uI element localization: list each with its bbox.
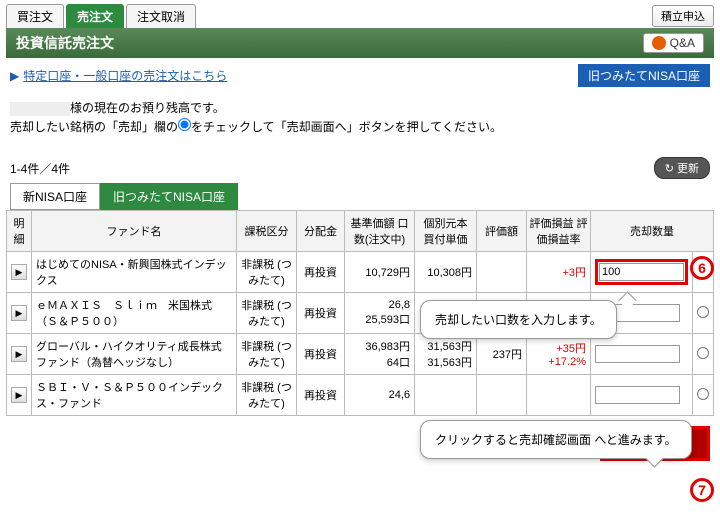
pl-cell: +3円	[527, 252, 591, 293]
col-unit: 個別元本 買付単価	[415, 211, 477, 252]
tab-buy[interactable]: 買注文	[6, 4, 64, 28]
table-row: ▶ グローバル・ハイクオリティ成長株式ファンド（為替ヘッジなし） 非課税 (つみ…	[7, 334, 714, 375]
col-eval: 評価額	[477, 211, 527, 252]
refresh-button[interactable]: ↻ 更新	[654, 157, 710, 179]
annotation-6: 6	[690, 256, 714, 280]
col-price: 基準価額 口数(注文中)	[345, 211, 415, 252]
price-cell: 10,729円	[345, 252, 415, 293]
description: 様の現在のお預り残高です。 売却したい銘柄の「売却」欄のをチェックして「売却画面…	[10, 99, 710, 137]
tsumitate-button[interactable]: 積立申込	[652, 5, 714, 27]
unit-cell: 31,563円31,563円	[415, 334, 477, 375]
expand-icon[interactable]: ▶	[11, 305, 27, 321]
col-pl: 評価損益 評価損益率	[527, 211, 591, 252]
expand-icon[interactable]: ▶	[11, 264, 27, 280]
pl-cell: +35円+17.2%	[527, 334, 591, 375]
subtab-old-nisa[interactable]: 旧つみたてNISA口座	[100, 183, 238, 210]
tax-cell: 非課税 (つみたて)	[237, 334, 297, 375]
col-fund: ファンド名	[32, 211, 237, 252]
qty-input[interactable]	[595, 386, 680, 404]
col-qty: 売却数量	[591, 211, 714, 252]
dist-cell: 再投資	[297, 375, 345, 416]
other-account-link[interactable]: 特定口座・一般口座の売注文はこちら	[23, 69, 227, 83]
subtab-new-nisa[interactable]: 新NISA口座	[10, 183, 100, 210]
col-tax: 課税区分	[237, 211, 297, 252]
expand-icon[interactable]: ▶	[11, 346, 27, 362]
account-badge: 旧つみたてNISA口座	[578, 64, 710, 87]
fund-name: ＳＢＩ・Ｖ・Ｓ＆Ｐ５００インデックス・ファンド	[32, 375, 237, 416]
select-radio[interactable]	[697, 306, 709, 318]
dist-cell: 再投資	[297, 252, 345, 293]
tax-cell: 非課税 (つみたて)	[237, 375, 297, 416]
unit-cell: 10,308円	[415, 252, 477, 293]
triangle-icon: ▶	[10, 69, 19, 83]
table-row: ▶ はじめてのNISA・新興国株式インデックス 非課税 (つみたて) 再投資 1…	[7, 252, 714, 293]
tab-cancel[interactable]: 注文取消	[126, 4, 196, 28]
qty-input[interactable]	[595, 345, 680, 363]
annotation-7: 7	[690, 478, 714, 502]
select-radio[interactable]	[697, 347, 709, 359]
col-dist: 分配金	[297, 211, 345, 252]
table-row: ▶ ＳＢＩ・Ｖ・Ｓ＆Ｐ５００インデックス・ファンド 非課税 (つみたて) 再投資…	[7, 375, 714, 416]
eval-cell	[477, 252, 527, 293]
masked-name	[10, 102, 70, 116]
eval-cell	[477, 375, 527, 416]
select-radio[interactable]	[697, 388, 709, 400]
fund-name: ｅＭＡＸＩＳ Ｓｌｉｍ 米国株式（Ｓ＆Ｐ５００）	[32, 293, 237, 334]
expand-icon[interactable]: ▶	[11, 387, 27, 403]
tooltip-proceed: クリックすると売却確認画面 へと進みます。	[420, 420, 692, 459]
price-cell: 26,825,593口	[345, 293, 415, 334]
tab-sell[interactable]: 売注文	[66, 4, 124, 28]
eval-cell: 237円	[477, 334, 527, 375]
col-detail: 明細	[7, 211, 32, 252]
dist-cell: 再投資	[297, 334, 345, 375]
pl-cell	[527, 375, 591, 416]
qa-button[interactable]: Q&A	[643, 33, 704, 53]
page-title: 投資信託売注文	[16, 33, 114, 53]
tax-cell: 非課税 (つみたて)	[237, 293, 297, 334]
tooltip-qty: 売却したい口数を入力します。	[420, 300, 617, 339]
qty-input[interactable]	[599, 263, 684, 281]
price-cell: 36,983円64口	[345, 334, 415, 375]
price-cell: 24,6	[345, 375, 415, 416]
unit-cell	[415, 375, 477, 416]
fund-name: グローバル・ハイクオリティ成長株式ファンド（為替ヘッジなし）	[32, 334, 237, 375]
radio-example-icon	[178, 118, 191, 131]
fund-name: はじめてのNISA・新興国株式インデックス	[32, 252, 237, 293]
result-count: 1-4件／4件	[10, 160, 70, 177]
tax-cell: 非課税 (つみたて)	[237, 252, 297, 293]
dist-cell: 再投資	[297, 293, 345, 334]
